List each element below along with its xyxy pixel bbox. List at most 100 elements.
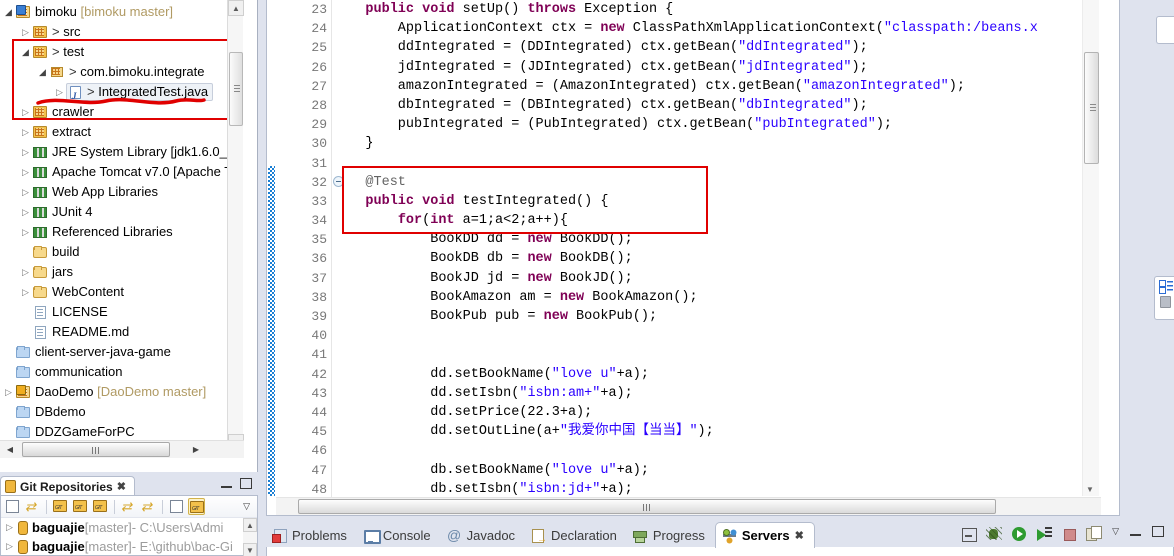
collapse-all-icon[interactable] [4, 498, 21, 515]
close-icon[interactable]: ✖ [795, 529, 804, 542]
close-icon[interactable]: ✖ [117, 480, 126, 493]
tree-item-build[interactable]: build [0, 242, 238, 262]
code-line[interactable]: } [333, 134, 1081, 153]
tree-item-ddzgameforpc[interactable]: DDZGameForPC [0, 422, 238, 442]
editor-line-number-gutter[interactable]: 23 24 25 26 27 28 29 30 31 32 33 34 35 36 37 38 39 40 41 42… [276, 0, 344, 515]
editor-horizontal-scrollbar[interactable] [276, 497, 1101, 515]
expand-arrow-icon[interactable] [19, 102, 32, 123]
code-line[interactable]: public void setUp() throws Exception { [333, 0, 1081, 19]
expand-arrow-icon[interactable] [19, 262, 32, 283]
publish-icon[interactable] [1086, 526, 1102, 542]
explorer-horizontal-scrollbar[interactable]: ◀ ▶ [0, 440, 244, 458]
tab-git-repositories[interactable]: Git Repositories ✖ [0, 476, 135, 496]
view-menu-icon[interactable]: ▽ [243, 501, 254, 512]
tree-item-crawler[interactable]: crawler [0, 102, 238, 122]
minimize-view-icon[interactable] [961, 526, 977, 542]
code-line[interactable]: dbIntegrated = (DBIntegrated) ctx.getBea… [333, 96, 1081, 115]
fetch-icon[interactable]: ⇄ [120, 498, 137, 515]
tree-item-jars[interactable]: jars [0, 262, 238, 282]
git-repository-row[interactable]: baguajie [master] - E:\github\bac-Gi [1, 537, 245, 556]
profile-server-icon[interactable] [1036, 526, 1052, 542]
explorer-vertical-scrollbar[interactable]: ▲ ▼ [227, 0, 244, 450]
tree-item-referenced-libraries[interactable]: Referenced Libraries [0, 222, 238, 242]
collapse-arrow-icon[interactable] [2, 2, 15, 23]
tree-item-extract[interactable]: extract [0, 122, 238, 142]
code-line[interactable]: BookPub pub = new BookPub(); [333, 307, 1081, 326]
code-line[interactable]: pubIntegrated = (PubIntegrated) ctx.getB… [333, 115, 1081, 134]
hscrollbar-thumb[interactable] [22, 442, 170, 457]
scroll-down-arrow[interactable]: ▼ [243, 543, 257, 556]
tree-item-src[interactable]: > src [0, 22, 238, 42]
code-line[interactable]: BookDB db = new BookDB(); [333, 249, 1081, 268]
expand-arrow-icon[interactable] [19, 202, 32, 223]
right-panel-stub[interactable] [1156, 16, 1174, 44]
project-tree[interactable]: bimoku [bimoku master] > src > test > com.b… [0, 0, 238, 450]
tab-progress[interactable]: Progress [627, 522, 715, 548]
hierarchy-icon[interactable] [168, 498, 185, 515]
expand-arrow-icon[interactable] [3, 518, 16, 538]
tree-item-apache-tomcat-v7-0-apache-t[interactable]: Apache Tomcat v7.0 [Apache T [0, 162, 238, 182]
code-line[interactable]: ddIntegrated = (DDIntegrated) ctx.getBea… [333, 38, 1081, 57]
tab-console[interactable]: Console [357, 522, 441, 548]
add-repository-icon[interactable] [52, 498, 69, 515]
tab-servers[interactable]: Servers ✖ [714, 522, 815, 548]
code-line[interactable]: @Test [333, 173, 1081, 192]
expand-arrow-icon[interactable] [19, 22, 32, 43]
code-line[interactable]: dd.setPrice(22.3+a); [333, 403, 1081, 422]
view-menu-icon[interactable]: ▽ [1112, 526, 1119, 537]
git-vertical-scrollbar[interactable]: ▲ ▼ [243, 518, 257, 556]
tree-item-communication[interactable]: communication [0, 362, 238, 382]
hscroll-right-arrow[interactable]: ▶ [188, 442, 204, 457]
code-line[interactable]: amazonIntegrated = (AmazonIntegrated) ct… [333, 77, 1081, 96]
code-line[interactable]: for(int a=1;a<2;a++){ [333, 211, 1081, 230]
git-repository-list[interactable]: baguajie [master] - C:\Users\Admibaguaji… [1, 518, 245, 556]
debug-server-icon[interactable] [986, 526, 1002, 542]
hscrollbar-thumb[interactable] [298, 499, 996, 514]
code-line[interactable]: BookAmazon am = new BookAmazon(); [333, 288, 1081, 307]
code-line[interactable]: dd.setIsbn("isbn:am+"+a); [333, 384, 1081, 403]
editor-vertical-scrollbar[interactable]: ▼ [1082, 0, 1099, 496]
tree-item-jre-system-library-jdk1-6-0-24[interactable]: JRE System Library [jdk1.6.0_24 [0, 142, 238, 162]
expand-arrow-icon[interactable] [3, 536, 16, 556]
maximize-icon[interactable] [1152, 526, 1164, 537]
expand-arrow-icon[interactable] [19, 142, 32, 163]
collapse-arrow-icon[interactable] [36, 62, 49, 83]
expand-arrow-icon[interactable] [19, 122, 32, 143]
expand-arrow-icon[interactable] [19, 222, 32, 243]
scroll-down-arrow[interactable]: ▼ [1086, 485, 1094, 494]
code-line[interactable] [333, 326, 1081, 345]
outline-view-icon[interactable] [1158, 280, 1173, 294]
git-repository-row[interactable]: baguajie [master] - C:\Users\Admi [1, 518, 245, 537]
code-line[interactable]: db.setIsbn("isbn:jd+"+a); [333, 480, 1081, 499]
tree-item-license[interactable]: LICENSE [0, 302, 238, 322]
expand-arrow-icon[interactable] [2, 382, 15, 403]
scrollbar-thumb[interactable] [229, 52, 243, 126]
expand-arrow-icon[interactable] [19, 282, 32, 303]
code-line[interactable]: dd.setOutLine(a+"我爱你中国【当当】"); [333, 422, 1081, 441]
minimize-icon[interactable] [221, 486, 232, 488]
scroll-up-arrow[interactable]: ▲ [228, 0, 244, 16]
toggle-branch-icon[interactable] [188, 498, 205, 515]
tree-item-com-bimoku-integrate[interactable]: > com.bimoku.integrate [0, 62, 238, 82]
java-editor[interactable]: 23 24 25 26 27 28 29 30 31 32 33 34 35 36 37 38 39 40 41 42… [266, 0, 1120, 516]
tree-item-daodemo[interactable]: DaoDemo [DaoDemo master] [0, 382, 238, 402]
code-line[interactable]: dd.setBookName("love u"+a); [333, 365, 1081, 384]
tab-problems[interactable]: Problems [266, 522, 357, 548]
properties-view-icon[interactable] [1160, 296, 1171, 308]
clone-repository-icon[interactable] [72, 498, 89, 515]
code-line[interactable]: BookDD dd = new BookDD(); [333, 230, 1081, 249]
scrollbar-thumb[interactable] [1084, 52, 1099, 164]
code-line[interactable] [333, 154, 1081, 173]
tab-javadoc[interactable]: @ Javadoc [441, 522, 525, 548]
create-repository-icon[interactable] [92, 498, 109, 515]
expand-arrow-icon[interactable] [53, 82, 66, 103]
expand-arrow-icon[interactable] [19, 182, 32, 203]
maximize-icon[interactable] [240, 478, 252, 489]
code-line[interactable]: jdIntegrated = (JDIntegrated) ctx.getBea… [333, 58, 1081, 77]
tab-declaration[interactable]: Declaration [525, 522, 627, 548]
tree-item-webcontent[interactable]: WebContent [0, 282, 238, 302]
hscroll-left-arrow[interactable]: ◀ [2, 442, 18, 457]
code-line[interactable]: BookJD jd = new BookJD(); [333, 269, 1081, 288]
start-server-icon[interactable] [1011, 526, 1027, 542]
expand-arrow-icon[interactable] [19, 162, 32, 183]
